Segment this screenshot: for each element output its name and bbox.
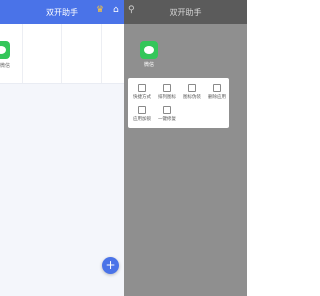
delete-icon <box>213 84 221 92</box>
wechat-label: 微信 <box>143 62 154 68</box>
app-context-menu: 快捷方式 排列图标 图标伪装 删除应用 应用加锁 一键修复 <box>128 78 229 128</box>
left-screen: 双开助手 ♛ ⌂ 微信 + <box>0 0 124 296</box>
grid-divider <box>22 24 23 83</box>
right-screen: 双开助手 ⚲ 微信 <box>124 0 247 296</box>
menu-item-delete[interactable]: 删除应用 <box>205 82 229 104</box>
shortcut-icon <box>138 84 146 92</box>
app-grid: 微信 <box>0 24 124 84</box>
right-top-bar: 双开助手 ⚲ <box>124 0 247 24</box>
wechat-bubble-icon <box>144 46 154 54</box>
wechat-icon[interactable] <box>0 41 10 59</box>
grid-divider <box>101 24 102 83</box>
disguise-icon <box>188 84 196 92</box>
menu-item-repair[interactable]: 一键修复 <box>155 104 179 126</box>
wechat-bubble-icon <box>0 46 6 54</box>
menu-label: 一键修复 <box>158 117 176 122</box>
arrange-icon <box>163 84 171 92</box>
wechat-icon[interactable] <box>140 41 158 59</box>
menu-label: 删除应用 <box>208 95 226 100</box>
menu-item-arrange[interactable]: 排列图标 <box>155 82 179 104</box>
menu-label: 应用加锁 <box>133 117 151 122</box>
left-top-bar: 双开助手 ♛ ⌂ <box>0 0 124 24</box>
menu-item-shortcut[interactable]: 快捷方式 <box>130 82 154 104</box>
menu-item-disguise[interactable]: 图标伪装 <box>180 82 204 104</box>
grid-divider <box>61 24 62 83</box>
crown-icon[interactable]: ♛ <box>96 6 104 15</box>
menu-label: 快捷方式 <box>133 95 151 100</box>
lock-icon <box>138 106 146 114</box>
repair-icon <box>163 106 171 114</box>
wechat-label: 微信 <box>0 63 11 69</box>
left-title: 双开助手 <box>46 7 78 17</box>
person-icon[interactable]: ⚲ <box>128 6 135 15</box>
add-app-button[interactable]: + <box>102 257 119 274</box>
menu-label: 排列图标 <box>158 95 176 100</box>
menu-item-lock[interactable]: 应用加锁 <box>130 104 154 126</box>
home-icon[interactable]: ⌂ <box>113 6 119 15</box>
menu-label: 图标伪装 <box>183 95 201 100</box>
right-title: 双开助手 <box>169 7 202 17</box>
